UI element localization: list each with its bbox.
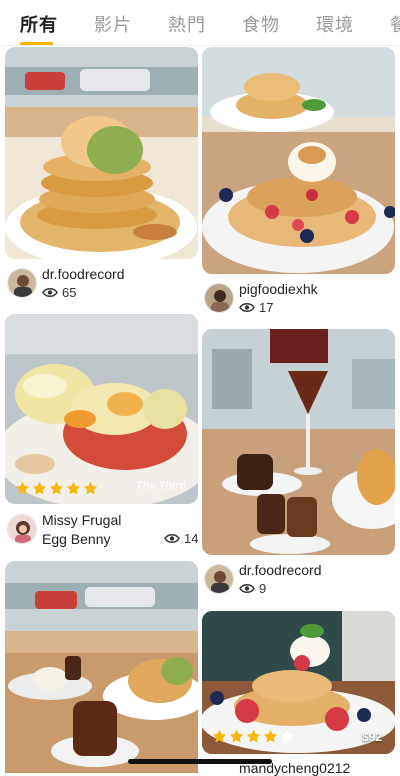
eye-icon: [239, 303, 255, 312]
post-username[interactable]: Missy Frugal: [42, 512, 121, 528]
photo-watermark: The Third: [136, 480, 187, 492]
egg-benny-photo: [5, 314, 198, 504]
rating-stars: [212, 729, 295, 744]
tab-videos[interactable]: 影片: [94, 11, 132, 37]
pancake-photo: [5, 47, 198, 259]
avatar[interactable]: [7, 268, 37, 298]
star-empty-icon: [280, 729, 295, 743]
tab-food[interactable]: 食物: [242, 11, 280, 37]
post-dish-name: Egg Benny: [42, 531, 111, 547]
star-icon: [212, 729, 227, 743]
post-card-image[interactable]: [5, 561, 198, 773]
view-count-value: 14: [184, 531, 199, 546]
star-icon: [49, 481, 64, 495]
eye-icon: [239, 584, 255, 593]
post-card-image[interactable]: The Third: [5, 314, 198, 504]
post-card-image[interactable]: [202, 47, 395, 274]
home-indicator: [128, 759, 272, 764]
post-username[interactable]: pigfoodiexhk: [239, 281, 318, 297]
star-icon: [32, 481, 47, 495]
avatar[interactable]: [204, 283, 234, 313]
eye-icon: [42, 288, 58, 297]
star-icon: [229, 729, 244, 743]
tab-all[interactable]: 所有: [20, 11, 58, 37]
star-icon: [246, 729, 261, 743]
star-icon: [15, 481, 30, 495]
view-count: 9: [239, 581, 266, 596]
tab-environment[interactable]: 環境: [316, 11, 354, 37]
rating-stars: [15, 481, 98, 496]
post-username[interactable]: dr.foodrecord: [239, 562, 322, 578]
view-count: 65: [42, 285, 76, 300]
price-label: $92: [362, 730, 383, 744]
category-tab-bar: 所有 影片 熱門 食物 環境 餐: [0, 0, 400, 46]
avatar[interactable]: [204, 564, 234, 594]
tab-dining[interactable]: 餐: [390, 11, 400, 37]
star-icon: [263, 729, 278, 743]
view-count: 14: [164, 531, 198, 546]
post-username[interactable]: dr.foodrecord: [42, 266, 125, 282]
view-count-value: 17: [259, 300, 274, 315]
post-card-image[interactable]: $92: [202, 611, 395, 754]
star-icon: [66, 481, 81, 495]
active-tab-indicator: [20, 42, 53, 45]
post-card-image[interactable]: [202, 329, 395, 555]
star-icon: [83, 481, 98, 495]
dessert-platter-photo: [5, 561, 198, 773]
avatar[interactable]: [7, 514, 37, 544]
view-count-value: 65: [62, 285, 77, 300]
pancake-berries-photo: [202, 47, 395, 274]
view-count-value: 9: [259, 581, 267, 596]
eye-icon: [164, 534, 180, 543]
post-card-image[interactable]: [5, 47, 198, 259]
canele-cocktail-photo: [202, 329, 395, 555]
tab-popular[interactable]: 熱門: [168, 11, 206, 37]
view-count: 17: [239, 300, 273, 315]
